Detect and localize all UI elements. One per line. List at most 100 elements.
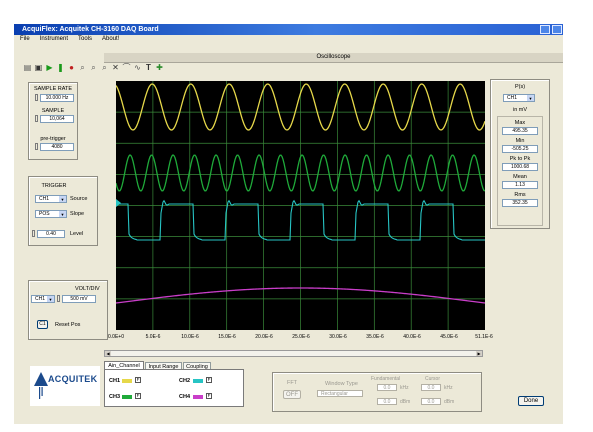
pretrigger-spinner[interactable] [35, 143, 38, 150]
zoom-in-icon[interactable]: ⌕ [77, 62, 88, 73]
max-value: 495.35 [502, 127, 538, 135]
window-type-value: Rectangular [321, 391, 348, 397]
window-type-select[interactable]: Rectangular [317, 390, 363, 397]
print-icon[interactable]: ▤ [22, 62, 33, 73]
channel-tab-panel: CH1 F CH2 F CH3 F CH4 F [104, 369, 244, 407]
fundamental-dbm-field[interactable]: 0.0 [377, 398, 397, 405]
chevron-down-icon: ▼ [47, 296, 54, 302]
trigger-slope-select[interactable]: POS ▼ [35, 210, 67, 218]
zoom-icon[interactable]: ⌕ [99, 62, 110, 73]
sample-rate-label: SAMPLE RATE [33, 86, 73, 92]
trigger-source-value: CH1 [39, 196, 50, 202]
menu-about[interactable]: About! [102, 36, 119, 42]
toolbar: ▤ ▣ ▶ ❚ ● ⌕ ⌕ ⌕ ✕ ⌒ ∿ T ✚ [22, 62, 252, 73]
measure-title: P(s) [514, 84, 526, 90]
sample-field[interactable]: 10,064 [40, 115, 74, 123]
x-tick: 20.0E-6 [255, 334, 273, 340]
cross-icon[interactable]: ✕ [110, 62, 121, 73]
marker-icon[interactable]: ✚ [154, 62, 165, 73]
menu-instrument[interactable]: Instrument [40, 36, 68, 42]
sample-spinner[interactable] [35, 115, 38, 122]
reset-channel-button[interactable]: C1 [37, 320, 48, 329]
ch4-label: CH4 [179, 394, 191, 400]
stop-icon[interactable]: ● [66, 62, 77, 73]
ch1-label: CH1 [109, 378, 121, 384]
acquitek-logo: ACQUITEK [30, 366, 100, 406]
minimize-button[interactable] [540, 25, 550, 34]
sample-rate-field[interactable]: 10.000 Hz [40, 94, 74, 102]
cursor-dbm-field[interactable]: 0.0 [421, 398, 441, 405]
oscilloscope-screen[interactable] [116, 81, 485, 330]
x-tick: 0.0E+0 [108, 334, 124, 340]
logo-mark-icon [34, 372, 48, 399]
maximize-button[interactable] [552, 25, 562, 34]
mean-label: Mean [513, 174, 527, 180]
cursor-freq-field[interactable]: 0.0 [421, 384, 441, 391]
save-icon[interactable]: ▣ [33, 62, 44, 73]
window-title: AcquiFlex: Acquitek CH-3160 DAQ Board [22, 26, 159, 33]
done-button[interactable]: Done [518, 396, 544, 406]
time-scrollbar[interactable]: ◀ ▶ [104, 350, 483, 357]
ch4-color-swatch [193, 395, 203, 399]
x-axis: 0.0E+0 5.0E-6 10.0E-6 15.0E-6 20.0E-6 25… [101, 334, 500, 343]
pretrigger-field[interactable]: 4080 [40, 143, 74, 151]
trigger-level-field[interactable]: 0.40 [37, 230, 65, 238]
ch3-checkbox[interactable]: F [135, 393, 141, 399]
play-icon[interactable]: ▶ [44, 62, 55, 73]
x-tick: 35.0E-6 [366, 334, 384, 340]
volt-div-spinner[interactable] [57, 295, 60, 302]
signal-icon[interactable]: ∿ [132, 62, 143, 73]
x-tick: 30.0E-6 [329, 334, 347, 340]
menu-bar: File Instrument Tools About! [14, 35, 563, 44]
ch3-label: CH3 [109, 394, 121, 400]
trigger-source-select[interactable]: CH1 ▼ [35, 195, 67, 203]
fft-button[interactable]: FFT [283, 380, 301, 388]
fundamental-freq-unit: kHz [400, 385, 409, 391]
fundamental-dbm-unit: dBm [400, 399, 411, 405]
ch1-checkbox[interactable]: F [135, 377, 141, 383]
fundamental-label: Fundamental [371, 376, 401, 382]
trigger-level-spinner[interactable] [32, 230, 35, 237]
rms-label: Rms [514, 192, 526, 198]
volt-channel-select[interactable]: CH1 ▼ [31, 295, 55, 303]
trigger-level-label: Level [70, 231, 84, 237]
menu-tools[interactable]: Tools [78, 36, 92, 42]
chevron-down-icon: ▼ [59, 196, 66, 202]
trigger-box: TRIGGER CH1 ▼ Source POS ▼ Slope 0.40 Leve… [28, 176, 98, 246]
pk-label: Pk to Pk [509, 156, 531, 162]
measure-unit: in mV [512, 107, 528, 113]
ch4-checkbox[interactable]: F [206, 393, 212, 399]
x-tick: 15.0E-6 [218, 334, 236, 340]
mean-value: 1.13 [502, 181, 538, 189]
min-label: Min [515, 138, 525, 144]
menu-file[interactable]: File [20, 36, 30, 42]
volt-div-box: VOLT/DIV CH1 ▼ 500 mV C1 Reset Pos [28, 280, 108, 340]
trigger-source-label: Source [70, 196, 88, 202]
ch2-label: CH2 [179, 378, 191, 384]
volt-div-title: VOLT/DIV [75, 286, 100, 292]
zoom-out-icon[interactable]: ⌕ [88, 62, 99, 73]
sample-rate-spinner[interactable] [35, 94, 38, 101]
scroll-left-icon[interactable]: ◀ [105, 351, 111, 356]
pretrigger-label: pre-trigger [40, 136, 66, 142]
min-value: -505.25 [502, 145, 538, 153]
text-icon[interactable]: T [143, 62, 154, 73]
fft-group: FFT OFF Window Type Rectangular Fundamen… [272, 372, 482, 412]
measure-channel-value: CH1 [507, 95, 518, 101]
scroll-right-icon[interactable]: ▶ [476, 351, 482, 356]
sampling-box: SAMPLE RATE 10.000 Hz SAMPLE 10,064 pre-… [28, 82, 78, 160]
measure-icon[interactable]: ⌒ [121, 62, 132, 73]
ch3-color-swatch [122, 395, 132, 399]
fft-off-button[interactable]: OFF [283, 390, 301, 399]
step-icon[interactable]: ❚ [55, 62, 66, 73]
measure-channel-select[interactable]: CH1 ▼ [503, 94, 535, 102]
volt-div-field[interactable]: 500 mV [62, 295, 96, 303]
x-tick: 45.0E-6 [440, 334, 458, 340]
fundamental-freq-field[interactable]: 0.0 [377, 384, 397, 391]
measure-box: P(s) CH1 ▼ in mV Max 495.35 Min -505.25 P… [490, 79, 550, 229]
grid [116, 81, 485, 330]
ch2-checkbox[interactable]: F [206, 377, 212, 383]
trigger-slope-label: Slope [70, 211, 85, 217]
trigger-slope-value: POS [39, 211, 50, 217]
volt-channel-value: CH1 [35, 296, 46, 302]
